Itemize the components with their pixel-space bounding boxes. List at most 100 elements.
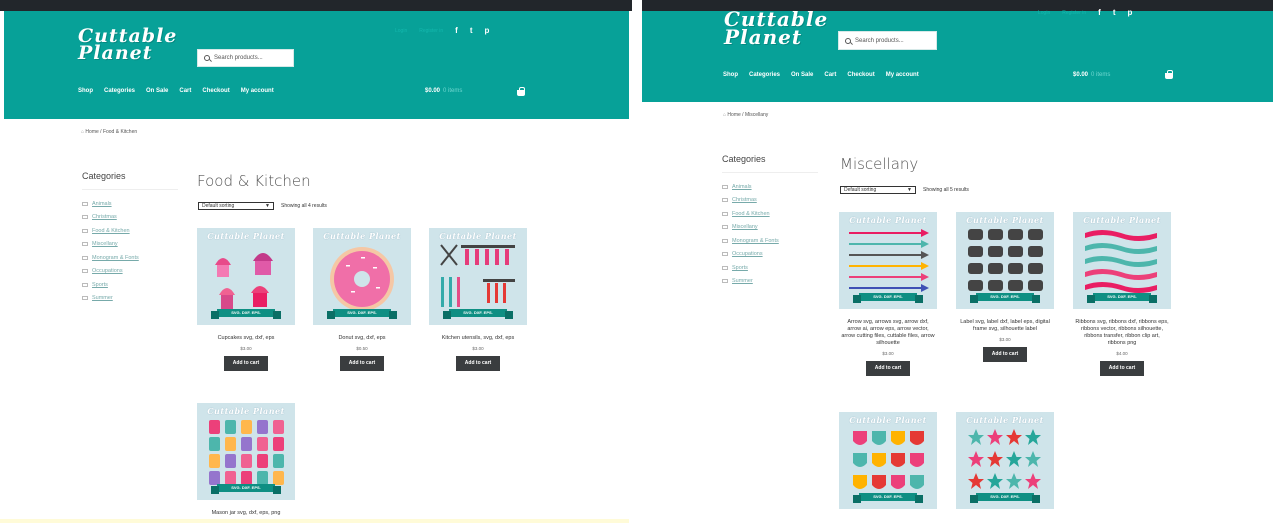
add-to-cart-button[interactable]: Add to cart: [983, 346, 1027, 362]
product-price: $3.00: [999, 336, 1011, 342]
category-label: Christmas: [732, 197, 757, 204]
category-link[interactable]: Animals: [722, 180, 818, 194]
register-link[interactable]: Register in: [419, 28, 443, 34]
login-link[interactable]: Login: [395, 28, 407, 34]
search-input[interactable]: Search products...: [838, 31, 937, 50]
nav-cart[interactable]: Cart: [824, 72, 836, 78]
image-ribbon: SVG. DXF. EPS.: [211, 309, 281, 319]
nav-cart[interactable]: Cart: [179, 88, 191, 94]
breadcrumb-home[interactable]: Home: [85, 129, 98, 135]
nav-on-sale[interactable]: On Sale: [791, 72, 813, 78]
add-to-cart-button[interactable]: Add to cart: [456, 355, 500, 371]
folder-icon: [82, 269, 88, 274]
nav-on-sale[interactable]: On Sale: [146, 88, 168, 94]
category-link[interactable]: Animals: [82, 197, 178, 211]
site-logo[interactable]: Cuttable Planet: [78, 26, 177, 62]
category-link[interactable]: Occupations: [82, 265, 178, 279]
basket-icon[interactable]: [1165, 70, 1173, 79]
category-link[interactable]: Monogram & Fonts: [722, 234, 818, 248]
product-name[interactable]: Arrow svg, arrows svg, arrow dxf, arrow …: [839, 319, 937, 347]
category-link[interactable]: Summer: [722, 275, 818, 289]
product-image[interactable]: Cuttable Planet SVG. DXF. EPS.: [429, 228, 527, 325]
product-image[interactable]: Cuttable Planet SVG. DXF. EPS.: [1073, 212, 1171, 309]
product-card: Cuttable Planet SVG. DXF. EPS. Ribbons s…: [1073, 212, 1171, 376]
nav-shop[interactable]: Shop: [78, 88, 93, 94]
product-name[interactable]: Label svg, label dxf, label eps, digital…: [956, 319, 1054, 333]
nav-checkout[interactable]: Checkout: [847, 72, 874, 78]
add-to-cart-button[interactable]: Add to cart: [340, 355, 384, 371]
category-link[interactable]: Food & Kitchen: [722, 207, 818, 221]
image-ribbon: SVG. DXF. EPS.: [211, 484, 281, 494]
category-link[interactable]: Occupations: [722, 248, 818, 262]
folder-icon: [82, 255, 88, 260]
category-label: Animals: [732, 183, 752, 190]
product-image[interactable]: Cuttable Planet SVG. DXF. EPS.: [956, 212, 1054, 309]
folder-icon: [722, 225, 728, 230]
nav-categories[interactable]: Categories: [749, 72, 780, 78]
facebook-icon[interactable]: f: [455, 26, 458, 35]
add-to-cart-button[interactable]: Add to cart: [1100, 360, 1144, 376]
image-brand: Cuttable Planet: [849, 415, 927, 425]
product-image[interactable]: Cuttable Planet SVG. DXF. EPS.: [197, 228, 295, 325]
category-link[interactable]: Food & Kitchen: [82, 224, 178, 238]
sort-select[interactable]: Default sorting ▼: [840, 186, 916, 194]
product-image[interactable]: Cuttable Planet SVG. DXF. EPS.: [839, 412, 937, 509]
product-image[interactable]: Cuttable Planet SVG. DXF. EPS.: [956, 412, 1054, 509]
product-price: $3.00: [472, 345, 484, 351]
breadcrumb: ⌂ Home / Miscellany: [723, 112, 769, 118]
register-link[interactable]: Register in: [1062, 10, 1086, 16]
twitter-icon[interactable]: t: [1113, 8, 1116, 17]
product-card: Cuttable Planet SVG. DXF. EPS. Cupcakes …: [197, 228, 295, 371]
category-label: Sports: [92, 281, 108, 288]
basket-icon[interactable]: [517, 87, 525, 96]
nav-shop[interactable]: Shop: [723, 72, 738, 78]
cart-total: $0.00: [425, 88, 441, 94]
category-link[interactable]: Sports: [722, 261, 818, 275]
category-label: Food & Kitchen: [92, 227, 130, 234]
category-link[interactable]: Miscellany: [722, 221, 818, 235]
category-link[interactable]: Summer: [82, 292, 178, 306]
nav-my-account[interactable]: My account: [241, 88, 274, 94]
twitter-icon[interactable]: t: [470, 26, 473, 35]
login-link[interactable]: Login: [1038, 10, 1050, 16]
product-name[interactable]: Kitchen utensils, svg, dxf, eps: [429, 335, 527, 342]
category-link[interactable]: Sports: [82, 278, 178, 292]
add-to-cart-button[interactable]: Add to cart: [224, 355, 268, 371]
category-link[interactable]: Monogram & Fonts: [82, 251, 178, 265]
sort-select[interactable]: Default sorting ▼: [198, 202, 274, 210]
image-ribbon: SVG. DXF. EPS.: [1087, 293, 1157, 303]
sort-value: Default sorting: [202, 203, 235, 209]
nav-checkout[interactable]: Checkout: [202, 88, 229, 94]
facebook-icon[interactable]: f: [1098, 8, 1101, 17]
product-name[interactable]: Cupcakes svg, dxf, eps: [197, 335, 295, 342]
folder-icon: [82, 215, 88, 220]
sort-value: Default sorting: [844, 187, 877, 193]
add-to-cart-button[interactable]: Add to cart: [866, 360, 910, 376]
product-card: Cuttable Planet SVG. DXF. EPS. Mason jar…: [197, 403, 295, 517]
product-card: Cuttable Planet SVG. DXF. EPS. Arrow svg…: [839, 212, 937, 376]
product-image[interactable]: Cuttable Planet SVG. DXF. EPS.: [197, 403, 295, 500]
nav-categories[interactable]: Categories: [104, 88, 135, 94]
nav-my-account[interactable]: My account: [886, 72, 919, 78]
product-name[interactable]: Ribbons svg, ribbons dxf, ribbons eps, r…: [1073, 319, 1171, 347]
product-price: $3.00: [882, 350, 894, 356]
breadcrumb-home[interactable]: Home: [727, 112, 740, 118]
product-image[interactable]: Cuttable Planet SVG. DXF. EPS.: [839, 212, 937, 309]
product-name[interactable]: Mason jar svg, dxf, eps, png: [197, 510, 295, 517]
header-cart[interactable]: $0.00 0 items: [425, 88, 462, 94]
site-logo[interactable]: Cuttable Planet: [724, 9, 828, 47]
pinterest-icon[interactable]: p: [484, 26, 489, 35]
page-title: Food & Kitchen: [197, 172, 311, 190]
search-input[interactable]: Search products...: [197, 49, 294, 67]
pinterest-icon[interactable]: p: [1127, 8, 1132, 17]
product-image[interactable]: Cuttable Planet SVG. DXF. EPS.: [313, 228, 411, 325]
result-count: Showing all 5 results: [923, 187, 969, 193]
category-link[interactable]: Christmas: [82, 211, 178, 225]
category-link[interactable]: Christmas: [722, 194, 818, 208]
category-link[interactable]: Miscellany: [82, 238, 178, 252]
folder-icon: [722, 252, 728, 257]
notice-bar: [0, 519, 629, 523]
top-strip: [0, 0, 632, 11]
header-cart[interactable]: $0.00 0 items: [1073, 72, 1110, 78]
product-name[interactable]: Donut svg, dxf, eps: [313, 335, 411, 342]
